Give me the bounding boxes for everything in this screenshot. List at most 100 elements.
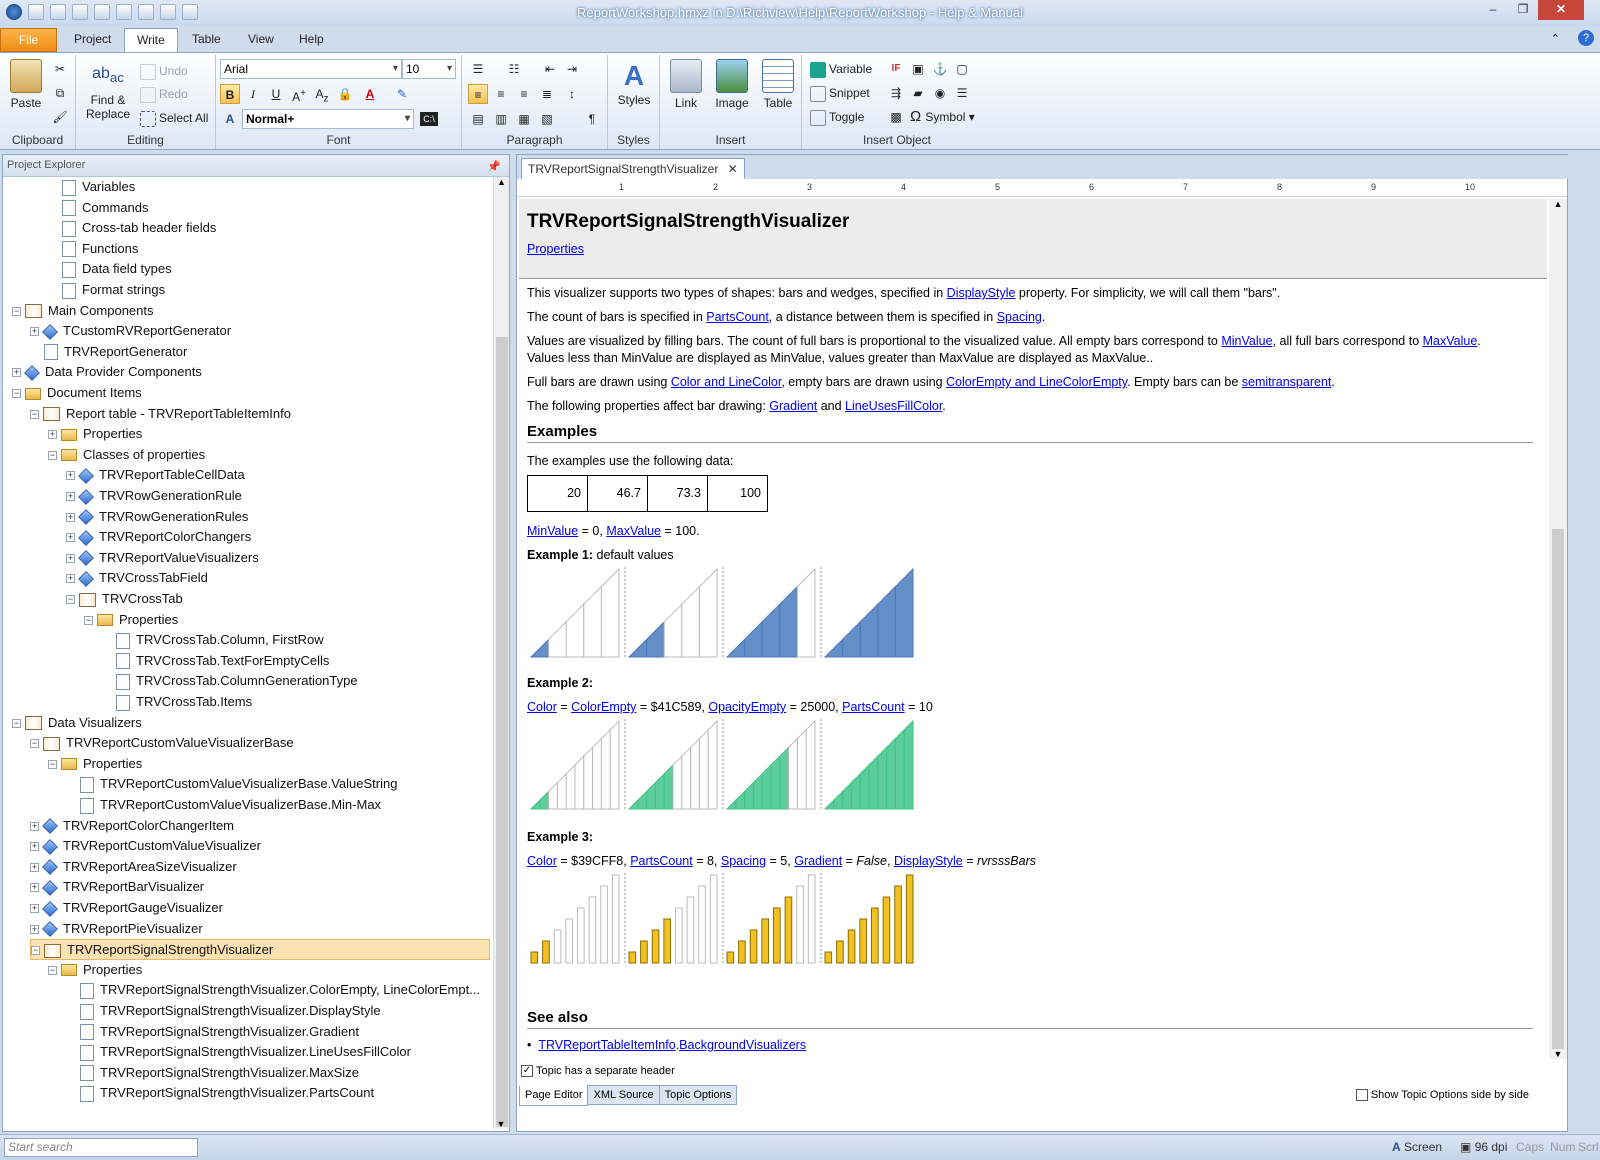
expand-icon[interactable]: − [12, 389, 21, 399]
tree-node[interactable]: − TRVReportCustomValueVisualizerBase [30, 733, 490, 754]
expand-icon[interactable]: − [84, 615, 93, 625]
explorer-scroll-thumb[interactable] [496, 337, 508, 1127]
tab-project[interactable]: Project [62, 28, 123, 52]
expand-icon[interactable]: − [66, 595, 75, 605]
tree-node[interactable]: TRVCrossTab.TextForEmptyCells [102, 651, 490, 672]
expand-icon[interactable]: + [12, 368, 21, 378]
displaystyle-link[interactable]: DisplayStyle [947, 286, 1016, 300]
if-icon[interactable]: IF [886, 59, 906, 79]
tree-node[interactable]: − Classes of properties [48, 445, 490, 466]
tree-node[interactable]: − Properties [48, 960, 490, 981]
dpi-indicator[interactable]: ▣ 96 dpi [1460, 1140, 1507, 1154]
grow-font-button[interactable]: A+ [289, 84, 309, 104]
tree-node[interactable]: + TCustomRVReportGenerator [30, 321, 490, 342]
expand-icon[interactable]: + [66, 533, 75, 543]
symbol-button[interactable]: Ω Symbol ▾ [910, 107, 975, 127]
paste-button[interactable]: Paste [4, 59, 48, 110]
align-left-icon[interactable]: ≡ [468, 84, 488, 104]
partscount-link-2[interactable]: PartsCount [842, 700, 905, 714]
copy-icon[interactable]: ⧉ [50, 83, 70, 103]
partscount-link-3[interactable]: PartsCount [630, 854, 693, 868]
screen-indicator[interactable]: A Screen [1392, 1140, 1442, 1154]
tree-node[interactable]: + TRVRowGenerationRules [66, 507, 490, 528]
maxvalue-link[interactable]: MaxValue [1423, 334, 1478, 348]
tree-node[interactable]: − TRVCrossTab [66, 589, 490, 610]
tree-node[interactable]: − TRVReportSignalStrengthVisualizer [30, 939, 490, 961]
colorempty-link[interactable]: ColorEmpty and LineColorEmpty [946, 375, 1127, 389]
tree-node[interactable]: + TRVCrossTabField [66, 568, 490, 589]
close-tab-icon[interactable]: ✕ [728, 162, 738, 176]
tab-table[interactable]: Table [180, 28, 233, 52]
tree-node[interactable]: + TRVRowGenerationRule [66, 486, 490, 507]
expand-icon[interactable]: + [66, 471, 75, 481]
bullets-icon[interactable]: ☰ [468, 59, 488, 79]
expand-icon[interactable]: + [66, 574, 75, 584]
tree-node[interactable]: − Report table - TRVReportTableItemInfo [30, 404, 490, 425]
font-family-select[interactable]: Arial [220, 59, 402, 79]
minvalue-link-2[interactable]: MinValue [527, 524, 578, 538]
tree-node[interactable]: + Properties [48, 424, 490, 445]
font-size-select[interactable]: 10 [402, 59, 456, 79]
expand-icon[interactable]: + [30, 883, 39, 893]
expand-icon[interactable]: − [12, 306, 21, 316]
tree-node[interactable]: + TRVReportColorChangers [66, 527, 490, 548]
video-icon[interactable]: ▣ [908, 59, 928, 79]
tree-node[interactable]: Cross-tab header fields [48, 218, 490, 239]
console-icon[interactable]: C:\ [420, 112, 438, 126]
align-center-icon[interactable]: ≡ [491, 84, 511, 104]
expand-icon[interactable]: + [66, 512, 75, 522]
properties-link[interactable]: Properties [527, 242, 584, 256]
opacityempty-link[interactable]: OpacityEmpty [708, 700, 786, 714]
table-button[interactable]: Table [756, 59, 800, 110]
toggle-button[interactable]: Toggle [810, 107, 864, 127]
maxvalue-link-2[interactable]: MaxValue [606, 524, 661, 538]
expand-icon[interactable]: − [48, 965, 57, 975]
tree-node[interactable]: TRVCrossTab.Column, FirstRow [102, 630, 490, 651]
highlight-button[interactable]: ✎ [392, 84, 412, 104]
align-right-icon[interactable]: ≡ [514, 84, 534, 104]
tree-node[interactable]: + Data Provider Components [12, 362, 490, 383]
color-link-2[interactable]: Color [527, 854, 557, 868]
expand-icon[interactable]: + [30, 842, 39, 852]
snippet-button[interactable]: Snippet [810, 83, 870, 103]
tab-xml-source[interactable]: XML Source [587, 1085, 660, 1105]
scroll-up-icon[interactable]: ▲ [1549, 199, 1567, 209]
tree-node[interactable]: TRVReportSignalStrengthVisualizer.Displa… [66, 1001, 490, 1022]
font-color-button[interactable]: A [360, 84, 380, 104]
expand-icon[interactable]: + [66, 553, 75, 563]
expand-icon[interactable]: + [48, 430, 57, 440]
html-icon[interactable]: ▢ [952, 59, 972, 79]
gradient-link-2[interactable]: Gradient [794, 854, 842, 868]
image-button[interactable]: Image [710, 59, 754, 110]
tab-page-editor[interactable]: Page Editor [519, 1086, 589, 1106]
expand-icon[interactable]: − [30, 409, 39, 419]
scroll-up-icon[interactable]: ▲ [494, 177, 509, 187]
tree-node[interactable]: + TRVReportCustomValueVisualizer [30, 836, 490, 857]
tree-node[interactable]: Data field types [48, 259, 490, 280]
spacing-link[interactable]: Spacing [997, 310, 1042, 324]
show-side-by-side-checkbox[interactable]: Show Topic Options side by side [1355, 1089, 1529, 1102]
color-link[interactable]: Color [527, 700, 557, 714]
tree-node[interactable]: TRVReportSignalStrengthVisualizer.Gradie… [66, 1022, 490, 1043]
explorer-scrollbar[interactable]: ▲ ▼ [493, 177, 509, 1129]
globe-icon[interactable]: ◉ [930, 83, 950, 103]
backgroundvisualizers-link[interactable]: BackgroundVisualizers [679, 1038, 806, 1052]
tab-view[interactable]: View [236, 28, 286, 52]
pin-icon[interactable]: 📌 [487, 157, 501, 177]
undo-button[interactable]: Undo [140, 61, 188, 81]
tab-write[interactable]: Write [124, 28, 178, 52]
ruler[interactable]: 1 2 3 4 5 6 7 8 9 10 [517, 179, 1567, 197]
expand-icon[interactable]: + [30, 821, 39, 831]
plugin-icon[interactable]: ▩ [886, 107, 906, 127]
indent-icon[interactable]: ⇥ [562, 59, 582, 79]
lock-icon[interactable]: 🔒 [335, 84, 355, 104]
tree-node[interactable]: TRVCrossTab.ColumnGenerationType [102, 671, 490, 692]
tree-node[interactable]: Commands [48, 198, 490, 219]
tree-node[interactable]: + TRVReportAreaSizeVisualizer [30, 857, 490, 878]
expand-icon[interactable]: − [12, 718, 21, 728]
close-button[interactable]: ✕ [1538, 0, 1584, 20]
search-input[interactable]: Start search [4, 1138, 198, 1157]
partscount-link[interactable]: PartsCount [706, 310, 769, 324]
help-icon[interactable]: ? [1578, 30, 1594, 46]
tree-node[interactable]: + TRVReportColorChangerItem [30, 816, 490, 837]
